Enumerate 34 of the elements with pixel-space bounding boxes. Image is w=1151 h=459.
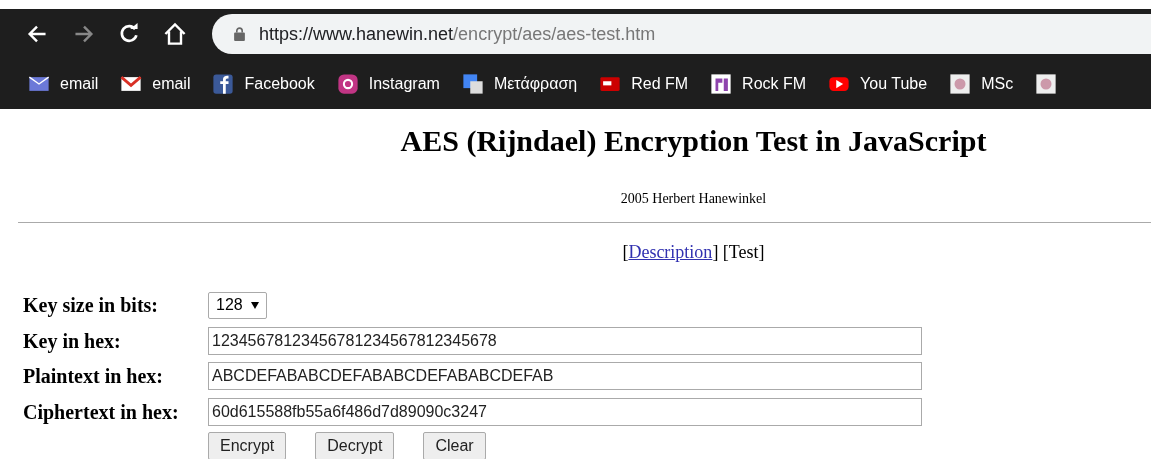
camera-icon bbox=[336, 73, 359, 95]
field-label: Key size in bits: bbox=[23, 293, 159, 319]
bookmark-link[interactable]: Rock FM bbox=[742, 72, 807, 96]
nav-text: ] [Test] bbox=[712, 242, 765, 262]
field-label: Plaintext in hex: bbox=[23, 364, 164, 389]
form-button[interactable]: Encrypt bbox=[208, 432, 287, 459]
url-text: https://www.hanewin.net/encrypt/aes/aes-test.htm bbox=[259, 22, 656, 46]
nav-text: [ bbox=[622, 242, 629, 262]
form-button[interactable]: Decrypt bbox=[315, 432, 395, 459]
bookmark-link[interactable]: Red FM bbox=[631, 72, 689, 96]
description-link[interactable]: Description bbox=[628, 242, 713, 262]
lock-icon bbox=[234, 27, 245, 41]
field-label: Key in hex: bbox=[23, 328, 122, 355]
field-label: Ciphertext in hex: bbox=[23, 399, 180, 426]
bookmark-link[interactable]: MSc bbox=[981, 72, 1014, 96]
bookmark-link[interactable]: Μετάφραση bbox=[493, 72, 578, 96]
forward-icon[interactable] bbox=[73, 23, 95, 45]
bookmark-link[interactable]: email bbox=[60, 72, 99, 96]
bookmark-link[interactable]: Facebook bbox=[244, 72, 315, 96]
home-icon[interactable] bbox=[163, 22, 187, 46]
reload-icon[interactable] bbox=[118, 23, 140, 45]
key-size-dropdown[interactable]: 128 bbox=[208, 291, 267, 319]
hex-input-field[interactable]: ABCDEFABABCDEFABABCDEFABABCDEFAB bbox=[208, 362, 922, 390]
back-icon[interactable] bbox=[26, 23, 48, 45]
author-credit: 2005 Herbert Hanewinkel bbox=[619, 191, 768, 207]
bookmark-link[interactable]: Instagram bbox=[368, 72, 440, 96]
address-bar[interactable]: https://www.hanewin.net/encrypt/aes/aes-test.htm bbox=[212, 14, 1151, 54]
form-button[interactable]: Clear bbox=[423, 432, 486, 459]
bookmark-link[interactable]: You Tube bbox=[860, 72, 928, 96]
hex-input-field[interactable]: 12345678123456781234567812345678 bbox=[208, 326, 922, 355]
hex-input-field[interactable]: 60d615588fb55a6f486d7d89090c3247 bbox=[208, 397, 922, 426]
page-title: AES (Rijndael) Encryption Test in JavaScript bbox=[399, 124, 988, 158]
bookmark-link[interactable]: email bbox=[152, 72, 191, 96]
dropdown-caret-icon bbox=[250, 301, 259, 309]
